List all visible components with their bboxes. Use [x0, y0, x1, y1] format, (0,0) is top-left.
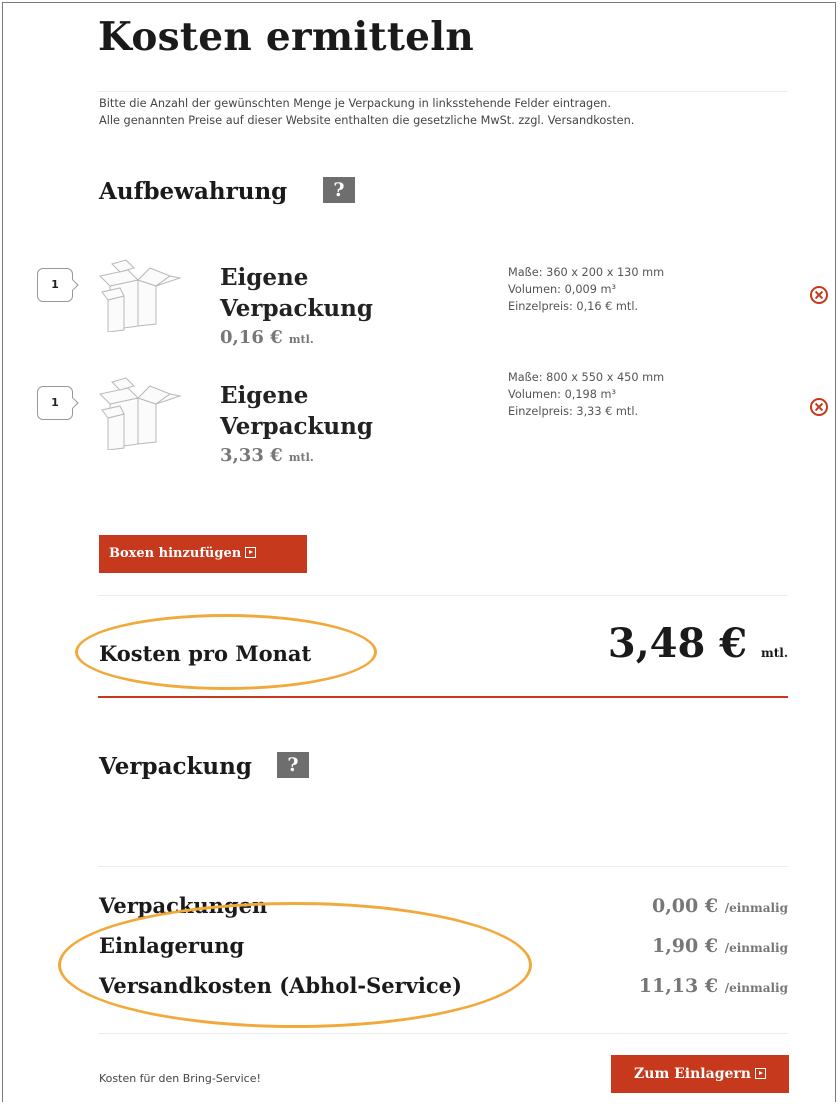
- divider: [98, 595, 788, 596]
- summary-amount: 11,13 €: [638, 975, 719, 997]
- footer-note: Kosten für den Bring-Service!: [99, 1072, 261, 1085]
- box-icon: [98, 259, 182, 332]
- intro-text: Bitte die Anzahl der gewünschten Menge j…: [99, 95, 634, 129]
- storage-help-icon[interactable]: ?: [323, 177, 355, 203]
- monthly-cost-total: 3,48 € mtl.: [608, 620, 788, 667]
- item-details: Maße: 800 x 550 x 450 mm Volumen: 0,198 …: [508, 369, 664, 420]
- item-price-unit: mtl.: [288, 333, 314, 346]
- intro-line-2: Alle genannten Preise auf dieser Website…: [99, 114, 635, 127]
- summary-unit: /einmalig: [724, 901, 788, 915]
- remove-item-icon[interactable]: [809, 397, 829, 417]
- summary-label: Verpackungen: [99, 893, 268, 918]
- summary-value: 1,90 € /einmalig: [652, 935, 788, 957]
- submit-button[interactable]: Zum Einlagern: [611, 1055, 789, 1093]
- item-details: Maße: 360 x 200 x 130 mm Volumen: 0,009 …: [508, 264, 664, 315]
- summary-label: Versandkosten (Abhol-Service): [99, 973, 462, 998]
- item-name: Eigene Verpackung: [220, 380, 373, 442]
- add-boxes-button[interactable]: Boxen hinzufügen: [99, 535, 307, 573]
- arrow-right-icon: [245, 547, 257, 558]
- item-dimensions: Maße: 800 x 550 x 450 mm: [508, 371, 665, 384]
- item-unit-price: Einzelpreis: 3,33 € mtl.: [508, 405, 639, 418]
- add-boxes-label: Boxen hinzufügen: [109, 546, 242, 561]
- summary-value: 11,13 € /einmalig: [639, 975, 788, 997]
- item-dimensions: Maße: 360 x 200 x 130 mm: [508, 266, 665, 279]
- summary-unit: /einmalig: [724, 981, 788, 995]
- box-icon: [98, 377, 182, 450]
- page-title: Kosten ermitteln: [98, 14, 475, 60]
- arrow-right-icon: [754, 1068, 766, 1079]
- storage-section-title: Aufbewahrung: [99, 178, 288, 205]
- summary-amount: 0,00 €: [651, 895, 719, 917]
- accent-divider: [98, 696, 788, 698]
- item-unit-price: Einzelpreis: 0,16 € mtl.: [508, 300, 639, 313]
- monthly-cost-value: 3,48 €: [607, 620, 748, 667]
- summary-value: 0,00 € /einmalig: [652, 895, 788, 917]
- divider: [98, 866, 788, 867]
- summary-amount: 1,90 €: [651, 935, 719, 957]
- remove-item-icon[interactable]: [809, 285, 829, 305]
- item-name-line-2: Verpackung: [220, 295, 373, 322]
- item-volume: Volumen: 0,198 m³: [508, 388, 617, 401]
- item-name: Eigene Verpackung: [220, 262, 373, 324]
- item-name-line-1: Eigene: [220, 264, 309, 291]
- item-name-line-1: Eigene: [220, 382, 309, 409]
- item-price-value: 0,16 €: [220, 327, 283, 348]
- title-divider: [98, 91, 788, 92]
- item-name-line-2: Verpackung: [220, 413, 373, 440]
- item-price: 3,33 € mtl.: [220, 445, 314, 466]
- item-volume: Volumen: 0,009 m³: [508, 283, 617, 296]
- divider: [98, 1033, 788, 1034]
- item-price-unit: mtl.: [288, 451, 314, 464]
- summary-unit: /einmalig: [724, 941, 788, 955]
- item-price: 0,16 € mtl.: [220, 327, 314, 348]
- summary-label: Einlagerung: [99, 933, 245, 958]
- packaging-help-icon[interactable]: ?: [277, 752, 309, 778]
- packaging-section-title: Verpackung: [99, 753, 252, 780]
- submit-label: Zum Einlagern: [634, 1066, 751, 1082]
- monthly-cost-label: Kosten pro Monat: [99, 641, 312, 666]
- monthly-cost-unit: mtl.: [761, 646, 788, 660]
- item-price-value: 3,33 €: [220, 445, 283, 466]
- intro-line-1: Bitte die Anzahl der gewünschten Menge j…: [99, 97, 611, 110]
